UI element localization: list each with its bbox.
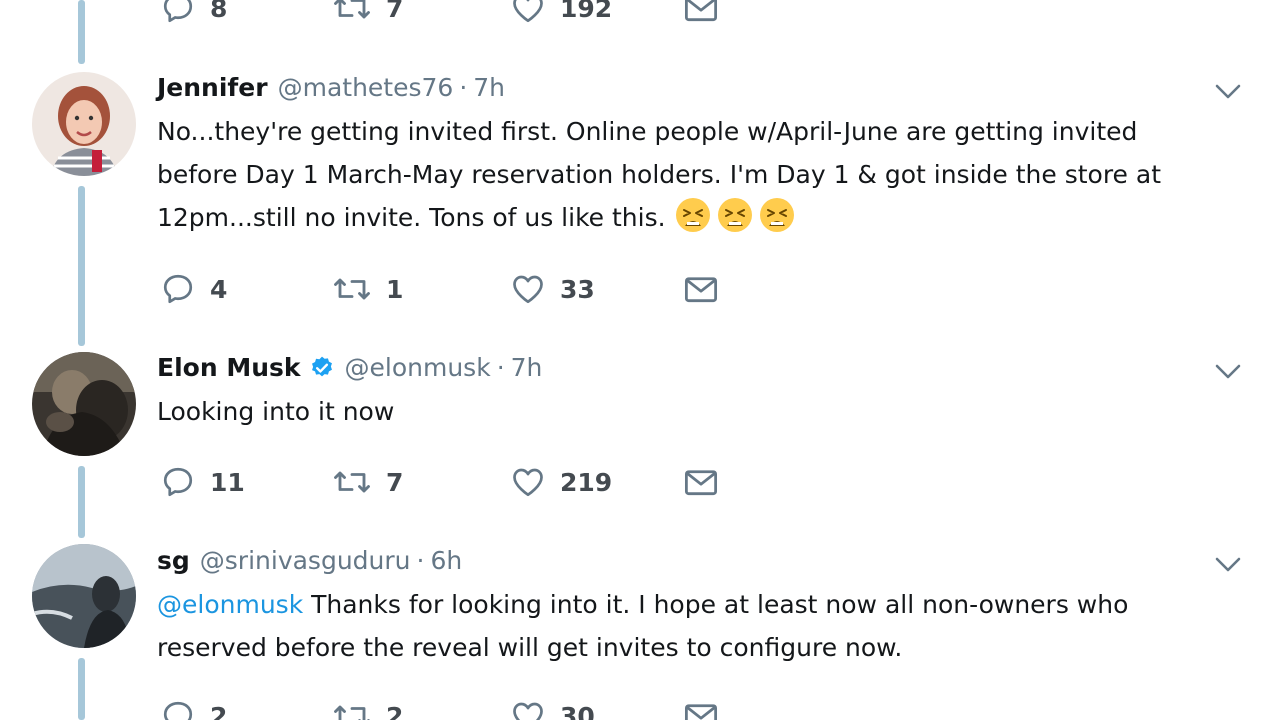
thread-line <box>78 466 85 538</box>
timestamp[interactable]: 7h <box>473 72 505 104</box>
separator: · <box>496 353 505 382</box>
retweet-count: 2 <box>386 701 404 720</box>
username[interactable]: @mathetes76 <box>278 72 454 104</box>
chevron-down-icon <box>1215 364 1241 379</box>
tweet-text-line-with-emoji: 12pm...still no invite. Tons of us like … <box>157 196 1257 239</box>
tweet-header: Elon Musk @elonmusk · 7h <box>157 352 542 384</box>
reply-icon <box>163 467 193 497</box>
avatar-image <box>32 544 136 648</box>
like-count: 33 <box>560 274 595 304</box>
reply-count: 11 <box>210 467 245 497</box>
chevron-down-icon <box>1215 84 1241 99</box>
separator: · <box>459 73 468 102</box>
display-name[interactable]: sg <box>157 545 190 577</box>
verified-badge-icon <box>311 356 332 377</box>
more-options-button[interactable] <box>1212 555 1244 575</box>
tweet-header: sg @srinivasguduru · 6h <box>157 545 462 577</box>
retweet-count: 1 <box>386 274 404 304</box>
tweet-text-line-with-mention: @elonmusk Thanks for looking into it. I … <box>157 583 1257 626</box>
tired-face-emoji <box>759 198 794 232</box>
avatar-image <box>32 72 136 176</box>
mention-link[interactable]: @elonmusk <box>157 590 303 619</box>
retweet-icon <box>334 278 370 300</box>
heart-icon <box>513 702 543 720</box>
display-name[interactable]: Jennifer <box>157 72 268 104</box>
tweet-text-line: Thanks for looking into it. I hope at le… <box>303 590 1129 619</box>
envelope-icon <box>684 0 718 22</box>
timestamp[interactable]: 6h <box>430 545 462 577</box>
tweet-text-line: reserved before the reveal will get invi… <box>157 633 903 662</box>
tired-face-emoji <box>675 198 710 232</box>
separator: · <box>416 546 425 575</box>
timestamp[interactable]: 7h <box>511 352 543 384</box>
more-options-button[interactable] <box>1212 82 1244 102</box>
display-name[interactable]: Elon Musk <box>157 352 301 384</box>
username[interactable]: @elonmusk <box>345 352 491 384</box>
thread-line <box>78 658 85 720</box>
avatar[interactable] <box>32 352 136 456</box>
direct-message-button[interactable] <box>682 269 720 309</box>
tweet-header: Jennifer @mathetes76 · 7h <box>157 72 505 104</box>
direct-message-button[interactable] <box>682 696 720 720</box>
thread-line <box>78 186 85 346</box>
like-button[interactable]: 192 <box>510 0 612 28</box>
tweet-text-line: before Day 1 March-May reservation holde… <box>157 160 1162 189</box>
envelope-icon <box>684 470 718 496</box>
reply-button[interactable]: 8 <box>160 0 227 28</box>
heart-icon <box>513 0 543 23</box>
tweet-text-line: 12pm...still no invite. Tons of us like … <box>157 203 666 232</box>
chevron-down-icon <box>1215 557 1241 572</box>
envelope-icon <box>684 704 718 720</box>
like-button[interactable]: 30 <box>510 696 595 720</box>
envelope-icon <box>684 277 718 303</box>
tweet-text: @elonmusk Thanks for looking into it. I … <box>157 583 1257 669</box>
direct-message-button[interactable] <box>682 0 720 28</box>
thread-line <box>78 0 85 64</box>
like-count: 219 <box>560 467 613 497</box>
reply-count: 8 <box>210 0 228 23</box>
reply-button[interactable]: 4 <box>160 269 227 309</box>
avatar[interactable] <box>32 544 136 648</box>
retweet-button[interactable]: 1 <box>332 269 403 309</box>
tweet-text: No...they're getting invited first. Onli… <box>157 110 1257 239</box>
reply-icon <box>163 274 193 304</box>
tweet-text-line: Looking into it now <box>157 397 395 426</box>
reply-button[interactable]: 2 <box>160 696 227 720</box>
retweet-icon <box>334 471 370 493</box>
username[interactable]: @srinivasguduru <box>200 545 411 577</box>
direct-message-button[interactable] <box>682 462 720 502</box>
more-options-button[interactable] <box>1212 362 1244 382</box>
reply-count: 4 <box>210 274 228 304</box>
retweet-button[interactable]: 2 <box>332 696 403 720</box>
tweet-text-line: No...they're getting invited first. Onli… <box>157 117 1138 146</box>
avatar[interactable] <box>32 72 136 176</box>
tired-face-emoji <box>717 198 752 232</box>
heart-icon <box>513 275 543 304</box>
retweet-icon <box>334 0 370 19</box>
retweet-icon <box>334 705 370 720</box>
like-button[interactable]: 33 <box>510 269 595 309</box>
like-count: 192 <box>560 0 613 23</box>
retweet-count: 7 <box>386 467 404 497</box>
reply-button[interactable]: 11 <box>160 462 245 502</box>
avatar-image <box>32 352 136 456</box>
retweet-button[interactable]: 7 <box>332 462 403 502</box>
tweet-text: Looking into it now <box>157 390 1257 433</box>
like-count: 30 <box>560 701 595 720</box>
reply-icon <box>163 701 193 720</box>
twitter-thread: 8 7 192 Jennifer @mathetes76 · 7h No...t… <box>0 0 1280 720</box>
reply-icon <box>163 0 193 23</box>
retweet-count: 7 <box>386 0 404 23</box>
retweet-button[interactable]: 7 <box>332 0 403 28</box>
like-button[interactable]: 219 <box>510 462 612 502</box>
heart-icon <box>513 468 543 497</box>
reply-count: 2 <box>210 701 228 720</box>
